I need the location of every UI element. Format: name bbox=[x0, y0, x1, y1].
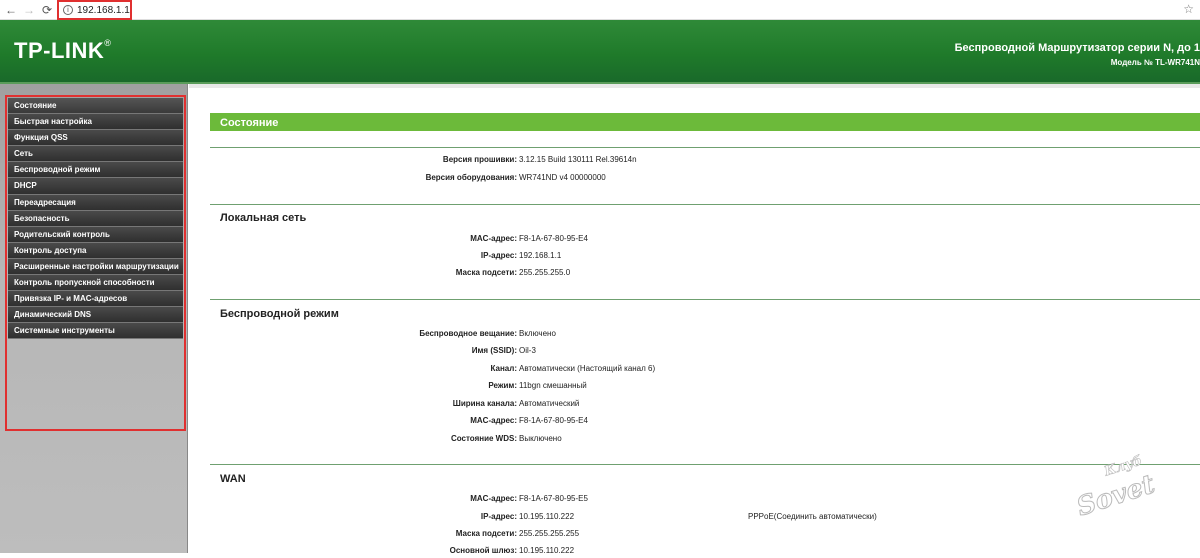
sidebar-item-wireless[interactable]: Беспроводной режим bbox=[8, 162, 183, 179]
sidebar-item-system-tools[interactable]: Системные инструменты bbox=[8, 323, 183, 340]
lan-mac-value: F8-1A-67-80-95-E4 bbox=[519, 234, 588, 243]
info-row: MAC-адрес: F8-1A-67-80-95-E4 bbox=[210, 416, 1200, 428]
watermark-logo: Клуб Sovet bbox=[1070, 453, 1180, 523]
sidebar: Состояние Быстрая настройка Функция QSS … bbox=[0, 84, 188, 553]
sidebar-item-advanced-routing[interactable]: Расширенные настройки маршрутизации bbox=[8, 258, 183, 276]
wireless-width-value: Автоматический bbox=[519, 399, 580, 408]
firmware-label: Версия прошивки: bbox=[442, 155, 517, 164]
info-row: Маска подсети: 255.255.255.0 bbox=[210, 268, 1200, 280]
info-row: Версия оборудования: WR741ND v4 00000000 bbox=[210, 173, 1200, 185]
header-title: Беспроводной Маршрутизатор серии N, до 1 bbox=[954, 42, 1200, 54]
wan-ip-value: 10.195.110.222 bbox=[519, 512, 575, 521]
router-header: TP-LINK® Беспроводной Маршрутизатор сери… bbox=[0, 20, 1200, 84]
lan-ip-value: 192.168.1.1 bbox=[519, 251, 562, 260]
header-model: Модель № TL-WR741N bbox=[1110, 58, 1200, 67]
info-row: Состояние WDS: Выключено bbox=[210, 434, 1200, 446]
sidebar-item-bandwidth-control[interactable]: Контроль пропускной способности bbox=[8, 275, 183, 292]
info-row: MAC-адрес: F8-1A-67-80-95-E4 bbox=[210, 234, 1200, 246]
wireless-mac-value: F8-1A-67-80-95-E4 bbox=[519, 416, 588, 425]
sidebar-item-ip-mac-binding[interactable]: Привязка IP- и MAC-адресов bbox=[8, 291, 183, 308]
main-content: Состояние Версия прошивки: 3.12.15 Build… bbox=[189, 84, 1200, 555]
sidebar-item-status[interactable]: Состояние bbox=[8, 98, 183, 115]
wireless-wds-value: Выключено bbox=[519, 434, 562, 443]
sidebar-item-forwarding[interactable]: Переадресация bbox=[8, 194, 183, 211]
sidebar-item-dhcp[interactable]: DHCP bbox=[8, 178, 183, 195]
info-row: MAC-адрес: F8-1A-67-80-95-E5 bbox=[210, 494, 1200, 506]
info-row: IP-адрес: 10.195.110.222 PPPoE(Соединить… bbox=[210, 512, 1200, 524]
address-url[interactable]: 192.168.1.1 bbox=[77, 5, 130, 16]
info-row: Беспроводное вещание: Включено bbox=[210, 329, 1200, 341]
wireless-mode-label: Режим: bbox=[488, 381, 517, 390]
hardware-value: WR741ND v4 00000000 bbox=[519, 173, 606, 182]
info-row: Маска подсети: 255.255.255.255 bbox=[210, 529, 1200, 541]
wireless-section-title: Беспроводной режим bbox=[220, 308, 339, 320]
bookmark-star-icon[interactable]: ☆ bbox=[1183, 2, 1194, 16]
wan-gateway-value: 10.195.110.222 bbox=[519, 546, 575, 555]
info-row: Ширина канала: Автоматический bbox=[210, 399, 1200, 411]
lan-mask-value: 255.255.255.0 bbox=[519, 268, 571, 277]
section-divider bbox=[210, 147, 1200, 148]
logo-text: TP-LINK bbox=[14, 38, 105, 63]
wireless-broadcast-label: Беспроводное вещание: bbox=[419, 329, 517, 338]
sidebar-item-dynamic-dns[interactable]: Динамический DNS bbox=[8, 307, 183, 324]
info-row: Основной шлюз: 10.195.110.222 bbox=[210, 546, 1200, 558]
info-row: Канал: Автоматически (Настоящий канал 6) bbox=[210, 364, 1200, 376]
sidebar-item-quick-setup[interactable]: Быстрая настройка bbox=[8, 114, 183, 131]
lan-mask-label: Маска подсети: bbox=[455, 268, 517, 277]
sidebar-item-security[interactable]: Безопасность bbox=[8, 210, 183, 227]
info-row: Режим: 11bgn смешанный bbox=[210, 381, 1200, 393]
wireless-ssid-label: Имя (SSID): bbox=[471, 346, 517, 355]
wireless-ssid-value: Oil-3 bbox=[519, 346, 536, 355]
info-row: Версия прошивки: 3.12.15 Build 130111 Re… bbox=[210, 155, 1200, 167]
wan-mask-label: Маска подсети: bbox=[455, 529, 517, 538]
reload-icon[interactable]: ⟳ bbox=[38, 1, 56, 19]
sidebar-item-access-control[interactable]: Контроль доступа bbox=[8, 242, 183, 259]
info-row: Имя (SSID): Oil-3 bbox=[210, 346, 1200, 358]
wireless-width-label: Ширина канала: bbox=[452, 399, 517, 408]
wan-mask-value: 255.255.255.255 bbox=[519, 529, 580, 538]
sidebar-item-parental-control[interactable]: Родительский контроль bbox=[8, 226, 183, 243]
wireless-channel-value: Автоматически (Настоящий канал 6) bbox=[519, 364, 656, 373]
wan-section-title: WAN bbox=[220, 473, 246, 485]
info-icon[interactable]: i bbox=[63, 5, 73, 15]
hardware-label: Версия оборудования: bbox=[425, 173, 517, 182]
wireless-channel-label: Канал: bbox=[490, 364, 517, 373]
wan-gateway-label: Основной шлюз: bbox=[449, 546, 517, 555]
wan-mac-value: F8-1A-67-80-95-E5 bbox=[519, 494, 588, 503]
browser-toolbar: ← → ⟳ i 192.168.1.1 ☆ bbox=[0, 0, 1200, 20]
lan-mac-label: MAC-адрес: bbox=[470, 234, 517, 243]
wan-ip-label: IP-адрес: bbox=[480, 512, 517, 521]
lan-ip-label: IP-адрес: bbox=[480, 251, 517, 260]
address-bar[interactable]: i 192.168.1.1 bbox=[57, 0, 132, 20]
wireless-wds-label: Состояние WDS: bbox=[450, 434, 517, 443]
wan-connection-type: PPPoE(Соединить автоматически) bbox=[748, 512, 877, 521]
section-divider bbox=[210, 204, 1200, 205]
info-row: IP-адрес: 192.168.1.1 bbox=[210, 251, 1200, 263]
wireless-broadcast-value: Включено bbox=[519, 329, 556, 338]
wireless-mac-label: MAC-адрес: bbox=[470, 416, 517, 425]
sidebar-menu: Состояние Быстрая настройка Функция QSS … bbox=[5, 95, 186, 431]
registered-mark: ® bbox=[104, 38, 112, 48]
tp-link-logo: TP-LINK® bbox=[14, 38, 111, 64]
back-icon[interactable]: ← bbox=[2, 1, 20, 19]
firmware-value: 3.12.15 Build 130111 Rel.39614n bbox=[519, 155, 637, 164]
sidebar-item-qss[interactable]: Функция QSS bbox=[8, 130, 183, 147]
lan-section-title: Локальная сеть bbox=[220, 212, 307, 224]
status-title-bar: Состояние bbox=[210, 113, 1200, 131]
wireless-mode-value: 11bgn смешанный bbox=[519, 381, 587, 390]
content-top-border bbox=[189, 84, 1200, 88]
page-title: Состояние bbox=[220, 117, 279, 129]
wan-mac-label: MAC-адрес: bbox=[470, 494, 517, 503]
section-divider bbox=[210, 299, 1200, 300]
forward-icon[interactable]: → bbox=[20, 1, 38, 19]
sidebar-item-network[interactable]: Сеть bbox=[8, 146, 183, 163]
section-divider bbox=[210, 464, 1200, 465]
watermark-bottom: Sovet bbox=[1073, 469, 1159, 523]
